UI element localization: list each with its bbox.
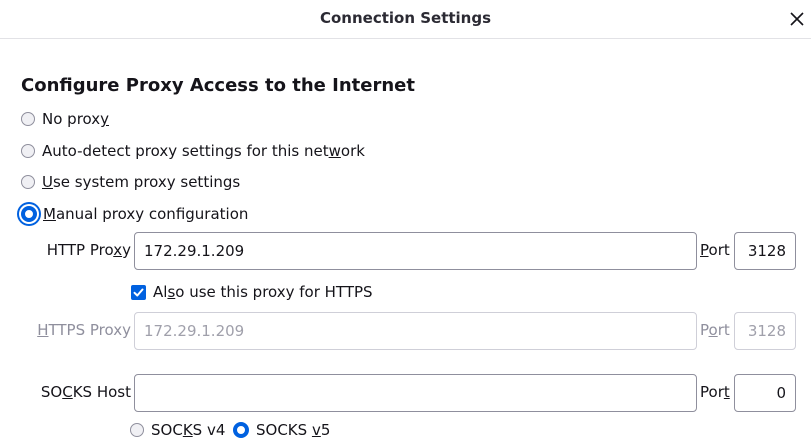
socks-host-input[interactable] bbox=[134, 374, 697, 412]
radio-label: SOCKS v5 bbox=[256, 421, 331, 439]
checkmark-icon bbox=[133, 288, 144, 296]
https-proxy-label: HTTPS Proxy bbox=[37, 321, 131, 339]
radio-button-selected[interactable] bbox=[233, 422, 249, 438]
radio-button[interactable] bbox=[21, 175, 35, 189]
radio-manual-proxy[interactable]: Manual proxy configuration bbox=[21, 203, 248, 225]
radio-system-proxy[interactable]: Use system proxy settings bbox=[21, 171, 240, 193]
dialog-title: Connection Settings bbox=[319, 9, 492, 27]
radio-button[interactable] bbox=[130, 423, 144, 437]
close-button[interactable] bbox=[786, 8, 808, 30]
radio-auto-detect[interactable]: Auto-detect proxy settings for this netw… bbox=[21, 140, 365, 162]
radio-no-proxy[interactable]: No proxy bbox=[21, 108, 109, 130]
http-proxy-input[interactable] bbox=[134, 232, 697, 270]
https-proxy-input bbox=[134, 312, 697, 350]
also-https-checkbox-row[interactable]: Also use this proxy for HTTPS bbox=[131, 281, 373, 303]
radio-socks-v4[interactable]: SOCKS v4 bbox=[130, 419, 225, 441]
radio-label: SOCKS v4 bbox=[151, 421, 226, 439]
radio-label: Use system proxy settings bbox=[42, 173, 241, 191]
radio-button-selected[interactable] bbox=[21, 206, 37, 222]
radio-label: No proxy bbox=[42, 110, 110, 128]
socks-port-input[interactable] bbox=[734, 374, 796, 412]
radio-label: Auto-detect proxy settings for this netw… bbox=[42, 142, 365, 160]
http-port-label: Port bbox=[700, 241, 730, 259]
radio-button[interactable] bbox=[21, 144, 35, 158]
section-heading: Configure Proxy Access to the Internet bbox=[21, 75, 415, 96]
https-port-input bbox=[734, 312, 796, 350]
close-icon bbox=[790, 12, 804, 26]
https-port-label: Port bbox=[700, 321, 730, 339]
dialog-titlebar: Connection Settings bbox=[0, 0, 811, 39]
socks-port-label: Port bbox=[700, 383, 730, 401]
http-proxy-label: HTTP Proxy bbox=[46, 241, 131, 259]
also-https-checkbox[interactable] bbox=[131, 284, 146, 300]
also-https-label: Also use this proxy for HTTPS bbox=[153, 283, 373, 301]
http-port-input[interactable] bbox=[734, 232, 796, 270]
radio-button[interactable] bbox=[21, 112, 35, 126]
socks-host-label: SOCKS Host bbox=[40, 383, 131, 401]
radio-label: Manual proxy configuration bbox=[43, 205, 249, 223]
radio-socks-v5[interactable]: SOCKS v5 bbox=[233, 419, 330, 441]
